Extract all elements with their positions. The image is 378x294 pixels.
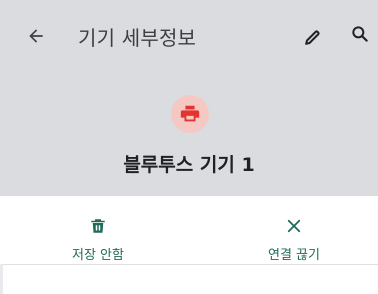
trash-icon — [89, 216, 107, 236]
search-icon — [352, 26, 368, 42]
page-title: 기기 세부정보 — [78, 26, 197, 50]
back-button[interactable] — [18, 18, 54, 54]
device-name: 블루투스 기기 1 — [123, 154, 255, 176]
search-button[interactable] — [342, 16, 378, 52]
printer-icon — [180, 105, 200, 122]
divider — [0, 264, 378, 265]
arrow-back-icon — [29, 29, 43, 43]
device-actions: 저장 안함 연결 끊기 — [0, 196, 378, 264]
close-icon — [285, 216, 303, 236]
disconnect-button[interactable]: 연결 끊기 — [214, 196, 374, 264]
pencil-icon — [305, 30, 320, 45]
forget-device-label: 저장 안함 — [72, 248, 124, 263]
device-avatar — [171, 95, 209, 133]
disconnect-label: 연결 끊기 — [268, 248, 320, 263]
list-edge — [0, 264, 3, 294]
edit-button[interactable] — [294, 20, 330, 56]
app-bar: 기기 세부정보 — [0, 0, 378, 72]
forget-device-button[interactable]: 저장 안함 — [18, 196, 178, 264]
